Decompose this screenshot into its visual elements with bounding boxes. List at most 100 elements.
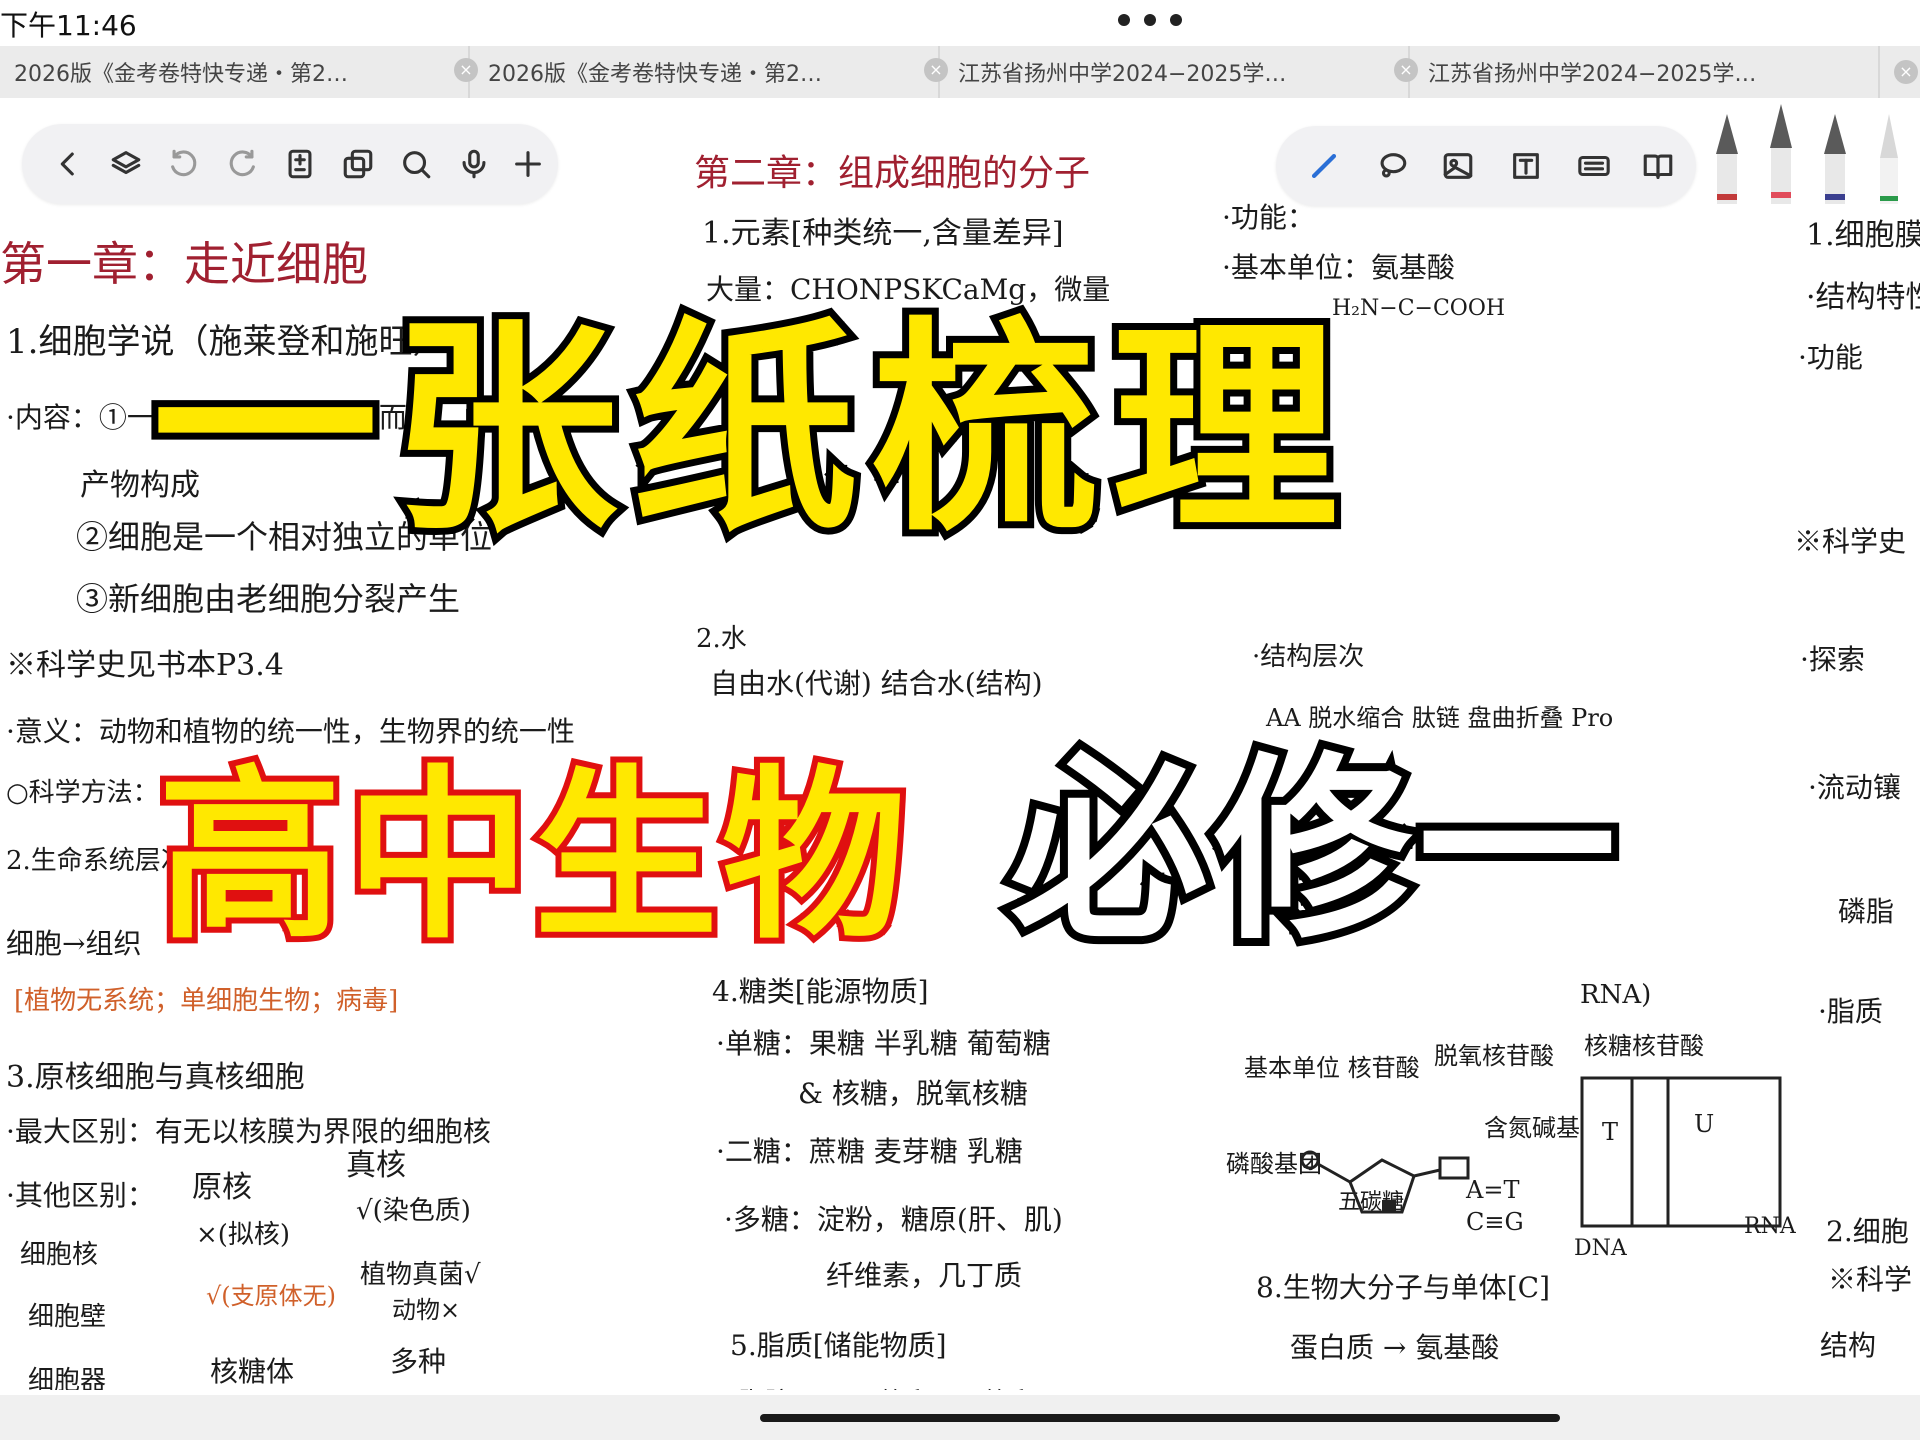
undo-icon[interactable]	[164, 144, 204, 184]
page-icon[interactable]	[280, 144, 320, 184]
note-line: ·结构层次	[1252, 642, 1365, 672]
tab-label: 江苏省扬州中学2024−2025学…	[1428, 62, 1757, 87]
note-line: 原核	[192, 1170, 252, 1205]
text-box-icon[interactable]	[1506, 146, 1546, 186]
note-line: 细胞核	[20, 1240, 99, 1270]
note-line: ·其他区别：	[6, 1179, 155, 1212]
image-icon[interactable]	[1438, 146, 1478, 186]
book-icon[interactable]	[1638, 146, 1678, 186]
note-line: 4.糖类[能源物质]	[712, 975, 929, 1008]
notes-canvas[interactable]: 第一章：走近细胞 1.细胞学说（施莱登和施旺） ·内容：①一切动植物都由细胞而来…	[0, 100, 1920, 1390]
note-line: 脱氧核苷酸	[1434, 1042, 1554, 1070]
mic-icon[interactable]	[454, 144, 494, 184]
chapter-1-heading: 第一章：走近细胞	[0, 237, 368, 291]
note-line: ·单糖：果糖 半乳糖 葡萄糖	[716, 1027, 1051, 1060]
tab-bar: 2026版《金考卷特快专递・第2… × 2026版《金考卷特快专递・第2… × …	[0, 46, 1880, 98]
note-line: & 核糖，脱氧核糖	[798, 1077, 1028, 1110]
pen-tray	[1700, 104, 1920, 204]
close-icon[interactable]: ×	[454, 58, 478, 82]
note-line: √(染色质)	[356, 1196, 471, 1226]
status-bar: 下午11:46	[0, 0, 1920, 42]
search-icon[interactable]	[396, 144, 436, 184]
note-line: ·多糖：淀粉，糖原(肝、肌)	[724, 1203, 1063, 1236]
note-line: 结构	[1820, 1329, 1877, 1362]
tab-document-5[interactable]: ×	[1880, 46, 1920, 98]
note-line: ·二糖：蔗糖 麦芽糖 乳糖	[716, 1135, 1023, 1168]
pen-green-icon[interactable]	[1876, 114, 1902, 204]
note-line: √(支原体无)	[206, 1282, 337, 1310]
note-line: AA 脱水缩合 肽链 盘曲折叠 Pro	[1266, 704, 1614, 732]
redo-icon[interactable]	[222, 144, 262, 184]
note-line: 蛋白质 → 氨基酸	[1290, 1331, 1500, 1364]
note-line: ※科学史	[1794, 525, 1907, 558]
copy-icon[interactable]	[338, 144, 378, 184]
note-line: DNA	[1574, 1236, 1627, 1261]
note-line: 8.生物大分子与单体[C]	[1256, 1271, 1550, 1304]
note-line: H₂N−C−COOH	[1332, 296, 1506, 321]
layers-icon[interactable]	[106, 144, 146, 184]
note-line: 含氮碱基	[1484, 1114, 1580, 1142]
close-icon[interactable]: ×	[1894, 60, 1918, 84]
notes-toolbar-right	[1276, 126, 1696, 206]
note-line: 5.脂质[储能物质]	[730, 1329, 947, 1362]
back-icon[interactable]	[48, 144, 88, 184]
notes-toolbar-left	[22, 124, 558, 204]
note-line: 细胞→组织	[6, 927, 142, 960]
close-icon[interactable]: ×	[1394, 58, 1418, 82]
pen-red-icon[interactable]	[1714, 114, 1740, 204]
note-line: 1.元素[种类统一,含量差异]	[702, 216, 1064, 251]
close-icon[interactable]: ×	[924, 58, 948, 82]
overlay-title-subject: 高中生物	[152, 750, 912, 964]
tab-document-1[interactable]: 2026版《金考卷特快专递・第2…	[0, 46, 470, 98]
note-line: [植物无系统；单细胞生物；病毒]	[14, 986, 399, 1016]
dna-rna-table	[1580, 1076, 1782, 1228]
pen-blue-icon[interactable]	[1822, 114, 1848, 204]
overlay-title-volume: 必修一	[1002, 735, 1624, 966]
note-line: ○科学方法：	[6, 778, 159, 808]
note-line: ·基本单位：氨基酸	[1222, 251, 1455, 284]
note-line: ·脂肪 CHO (饱和、不饱和)	[730, 1382, 1047, 1390]
add-icon[interactable]	[508, 144, 548, 184]
keyboard-icon[interactable]	[1574, 146, 1614, 186]
note-line: 植物真菌√	[360, 1260, 481, 1290]
note-line: 2.水	[696, 624, 747, 654]
nucleotide-diagram	[1300, 1150, 1470, 1214]
home-indicator[interactable]	[760, 1414, 1560, 1422]
note-line: 多种	[390, 1345, 447, 1378]
pen-icon[interactable]	[1304, 146, 1344, 186]
note-line: 磷脂	[1838, 895, 1895, 928]
chapter-2-heading: 第二章：组成细胞的分子	[694, 153, 1091, 194]
tab-document-4[interactable]: × 江苏省扬州中学2024−2025学…	[1394, 46, 1880, 98]
note-line: ·流动镶	[1808, 771, 1901, 804]
tab-document-2[interactable]: × 2026版《金考卷特快专递・第2…	[454, 46, 940, 98]
note-line: 细胞器	[28, 1366, 107, 1390]
tab-label: 江苏省扬州中学2024−2025学…	[958, 62, 1287, 87]
more-options-icon[interactable]	[1118, 14, 1182, 26]
status-time: 下午11:46	[0, 9, 137, 42]
note-line: 自由水(代谢) 结合水(结构)	[710, 667, 1043, 700]
note-line: ×(拟核)	[196, 1220, 291, 1250]
note-line: ·功能	[1798, 341, 1863, 374]
note-line: 3.原核细胞与真核细胞	[6, 1060, 305, 1095]
note-line: ③新细胞由老细胞分裂产生	[76, 580, 461, 618]
note-line: 基本单位 核苷酸	[1244, 1054, 1420, 1082]
note-line: 核糖核苷酸	[1584, 1032, 1704, 1060]
note-line: ·脂质	[1818, 995, 1883, 1028]
note-line: 真核	[346, 1148, 406, 1183]
note-line: ·意义：动物和植物的统一性，生物界的统一性	[6, 715, 575, 748]
note-line: ※科学史见书本P3.4	[6, 648, 284, 683]
tab-label: 2026版《金考卷特快专递・第2…	[488, 62, 822, 87]
note-line: 细胞壁	[28, 1302, 107, 1332]
tab-document-3[interactable]: × 江苏省扬州中学2024−2025学…	[924, 46, 1410, 98]
pen-pink-icon[interactable]	[1768, 104, 1794, 204]
note-line: 1.细胞膜	[1806, 218, 1920, 253]
tab-label: 2026版《金考卷特快专递・第2…	[14, 62, 348, 87]
overlay-title-main: 一张纸梳理	[145, 299, 1353, 562]
lasso-icon[interactable]	[1372, 146, 1412, 186]
note-line: ·结构特性	[1806, 280, 1920, 315]
note-line: 纤维素，几丁质	[826, 1259, 1023, 1292]
note-line: 核糖体	[210, 1355, 295, 1388]
note-line: ※科学	[1828, 1263, 1913, 1296]
note-line: 动物×	[392, 1296, 461, 1324]
note-line: ·探索	[1800, 643, 1865, 676]
